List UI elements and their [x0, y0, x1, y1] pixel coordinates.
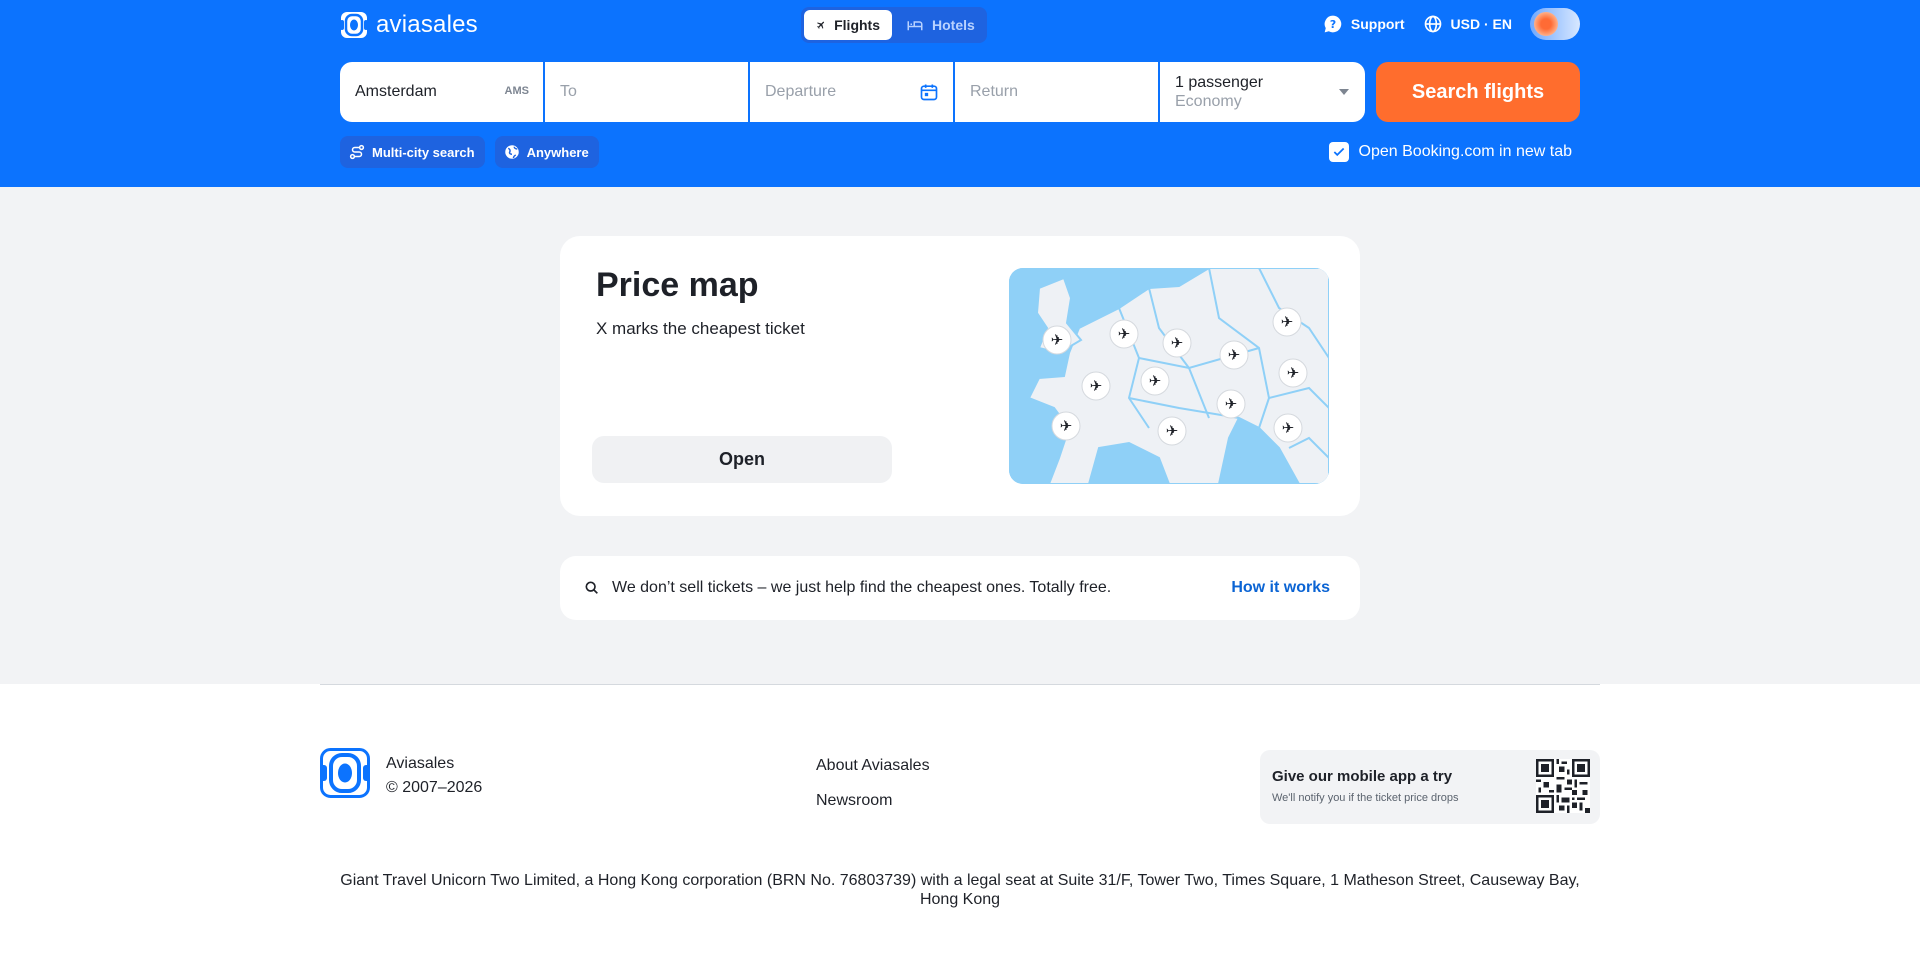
globe-icon — [504, 145, 519, 159]
svg-text:✈: ✈ — [1225, 395, 1238, 413]
aviasales-logo[interactable]: aviasales — [340, 11, 478, 39]
info-banner: We don’t sell tickets – we just help fin… — [560, 556, 1360, 620]
search-mode-switch: Flights Hotels — [801, 7, 987, 43]
plane-icon — [816, 21, 825, 29]
origin-field[interactable]: Amsterdam AMS — [340, 62, 543, 122]
checkmark-icon — [1333, 147, 1344, 157]
tab-hotels-label: Hotels — [932, 17, 975, 33]
svg-text:✈: ✈ — [1118, 325, 1131, 343]
legal-notice: Giant Travel Unicorn Two Limited, a Hong… — [340, 872, 1580, 908]
aviasales-logo-icon — [320, 748, 370, 798]
footer: Aviasales © 2007–2026 About Aviasales Ne… — [0, 684, 1920, 953]
svg-text:✈: ✈ — [1282, 419, 1295, 437]
booking-checkbox[interactable] — [1328, 142, 1349, 162]
destination-field[interactable]: To — [545, 62, 748, 122]
support-link[interactable]: ? Support — [1323, 14, 1405, 34]
how-it-works-link[interactable]: How it works — [1231, 579, 1330, 597]
header: aviasales Flights Hotels ? Support USD ·… — [0, 0, 1920, 187]
help-icon: ? — [1324, 15, 1342, 33]
footer-copyright: © 2007–2026 — [386, 779, 483, 796]
mobile-app-promo[interactable]: Give our mobile app a try We'll notify y… — [1260, 750, 1600, 824]
origin-iata: AMS — [504, 85, 529, 97]
tab-flights[interactable]: Flights — [804, 10, 892, 40]
locale-selector[interactable]: USD · EN — [1423, 14, 1512, 34]
svg-text:✈: ✈ — [1051, 331, 1064, 349]
europe-map: ✈ ✈ ✈ ✈ ✈ ✈ ✈ ✈ ✈ ✈ ✈ ✈ — [1009, 268, 1329, 484]
footer-divider — [320, 684, 1600, 685]
locale-label: USD · EN — [1450, 16, 1512, 32]
newsroom-link[interactable]: Newsroom — [816, 783, 930, 818]
svg-text:✈: ✈ — [1171, 334, 1184, 352]
tab-flights-label: Flights — [834, 17, 880, 33]
price-map-subtitle: X marks the cheapest ticket — [596, 319, 805, 338]
open-price-map-button[interactable]: Open — [592, 436, 892, 483]
calendar-icon — [920, 84, 938, 101]
route-icon — [349, 144, 365, 160]
sun-icon — [1534, 12, 1558, 36]
price-map-image[interactable]: ✈ ✈ ✈ ✈ ✈ ✈ ✈ ✈ ✈ ✈ ✈ ✈ — [1009, 268, 1329, 484]
svg-text:✈: ✈ — [1060, 417, 1073, 435]
price-map-title: Price map — [596, 266, 759, 304]
logo-text: aviasales — [376, 11, 478, 38]
booking-option-label: Open Booking.com in new tab — [1358, 143, 1572, 160]
price-map-card: Price map X marks the cheapest ticket Op… — [560, 236, 1360, 516]
footer-links: About Aviasales Newsroom — [816, 748, 930, 818]
theme-toggle[interactable] — [1530, 8, 1580, 40]
svg-text:✈: ✈ — [1149, 372, 1162, 390]
svg-text:✈: ✈ — [1228, 346, 1241, 364]
chevron-down-icon — [1339, 89, 1349, 95]
about-aviasales-link[interactable]: About Aviasales — [816, 748, 930, 783]
search-options: Multi-city search Anywhere — [340, 136, 599, 168]
origin-value: Amsterdam — [355, 83, 437, 100]
departure-placeholder: Departure — [765, 83, 837, 100]
passengers-class-selector[interactable]: 1 passenger Economy — [1160, 62, 1365, 122]
departure-date-field[interactable]: Departure — [750, 62, 953, 122]
search-form: Amsterdam AMS To Departure Return 1 pass… — [340, 62, 1365, 122]
svg-text:?: ? — [1330, 18, 1336, 31]
footer-brand-name: Aviasales — [386, 755, 455, 772]
svg-text:✈: ✈ — [1166, 422, 1179, 440]
app-promo-title: Give our mobile app a try — [1272, 768, 1453, 785]
support-label: Support — [1350, 16, 1405, 32]
return-placeholder: Return — [970, 83, 1019, 100]
info-text: We don’t sell tickets – we just help fin… — [612, 579, 1112, 596]
app-promo-subtitle: We'll notify you if the ticket price dro… — [1272, 792, 1459, 804]
footer-brand: Aviasales © 2007–2026 — [386, 752, 482, 800]
multi-city-search-button[interactable]: Multi-city search — [340, 136, 485, 168]
destination-placeholder: To — [560, 83, 577, 100]
svg-text:✈: ✈ — [1090, 377, 1103, 395]
search-flights-button[interactable]: Search flights — [1376, 62, 1580, 122]
logo-icon — [340, 12, 368, 38]
passengers-count: 1 passenger — [1175, 74, 1264, 91]
qr-code-icon — [1536, 759, 1590, 813]
search-icon — [585, 581, 598, 594]
anywhere-label: Anywhere — [526, 144, 589, 160]
svg-text:✈: ✈ — [1281, 313, 1294, 331]
tab-hotels[interactable]: Hotels — [894, 10, 987, 40]
header-actions: ? Support USD · EN — [1323, 8, 1580, 40]
anywhere-button[interactable]: Anywhere — [494, 136, 599, 168]
return-date-field[interactable]: Return — [955, 62, 1158, 122]
svg-text:✈: ✈ — [1287, 364, 1300, 382]
multi-city-label: Multi-city search — [372, 144, 475, 160]
bed-icon — [907, 21, 923, 31]
booking-new-tab-option[interactable]: Open Booking.com in new tab — [1328, 142, 1572, 162]
cabin-class: Economy — [1175, 93, 1242, 110]
globe-icon — [1424, 15, 1441, 33]
